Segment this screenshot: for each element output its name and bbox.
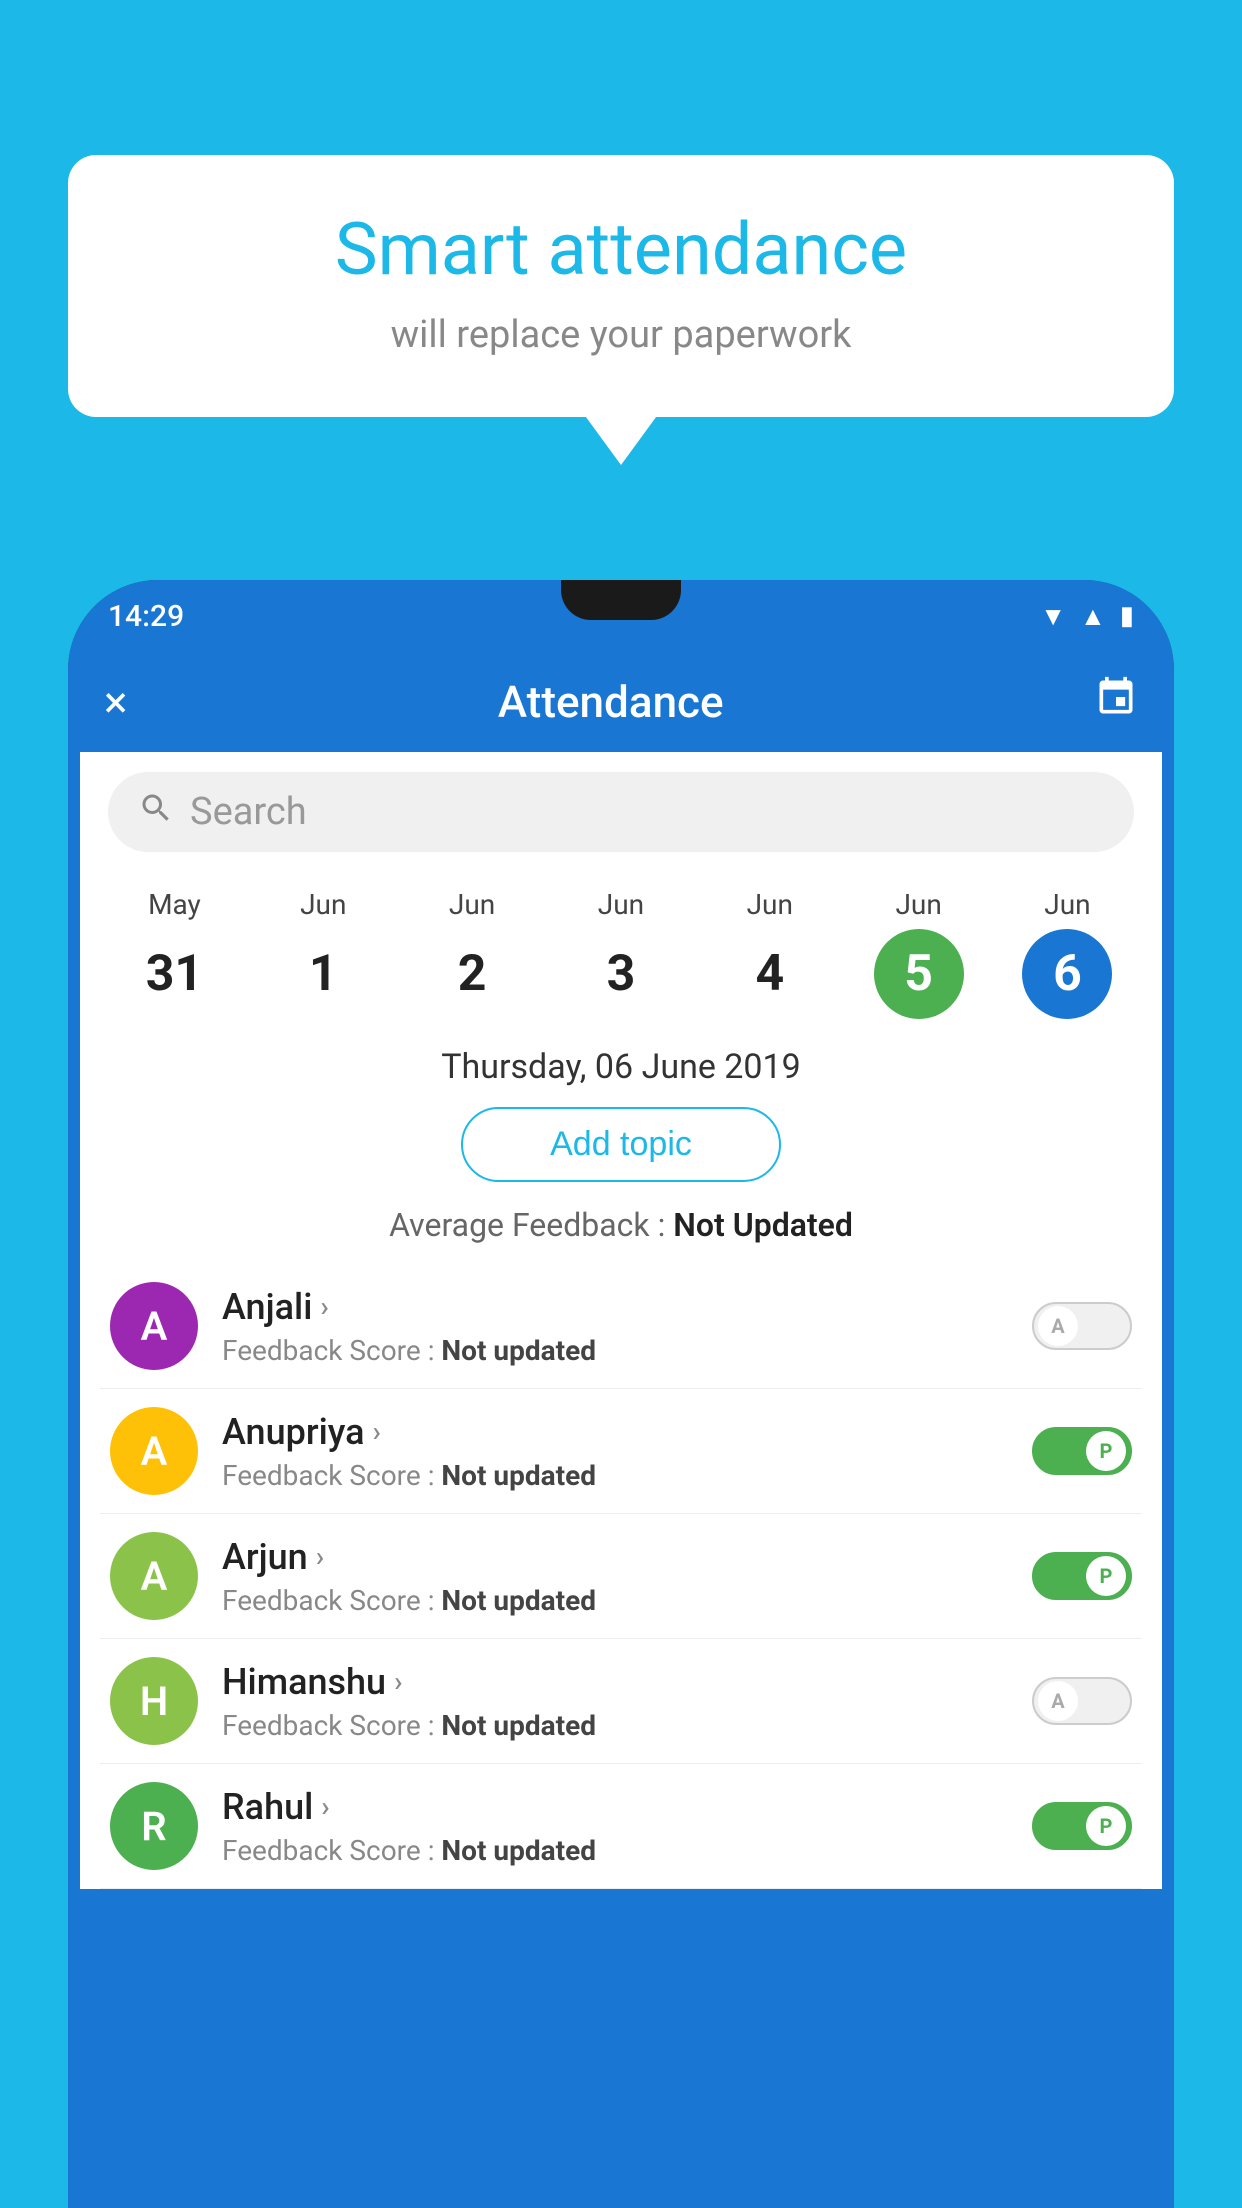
- chevron-icon: ›: [373, 1415, 381, 1448]
- student-info: Arjun › Feedback Score : Not updated: [222, 1536, 1008, 1617]
- calendar-day[interactable]: Jun 1: [263, 888, 383, 1019]
- student-avatar: H: [110, 1657, 198, 1745]
- cal-month-label: Jun: [300, 888, 346, 921]
- feedback-score: Feedback Score : Not updated: [222, 1334, 1008, 1367]
- cal-day-num[interactable]: 6: [1022, 929, 1112, 1019]
- student-name: Himanshu ›: [222, 1661, 1008, 1703]
- calendar-icon[interactable]: [1094, 675, 1138, 730]
- speech-bubble: Smart attendance will replace your paper…: [68, 155, 1174, 417]
- cal-month-label: Jun: [747, 888, 793, 921]
- bubble-title: Smart attendance: [128, 210, 1114, 289]
- student-avatar: R: [110, 1782, 198, 1870]
- toggle-switch[interactable]: A: [1032, 1677, 1132, 1725]
- student-info: Rahul › Feedback Score : Not updated: [222, 1786, 1008, 1867]
- toggle-knob: P: [1086, 1806, 1126, 1846]
- calendar-day[interactable]: Jun 5: [859, 888, 979, 1019]
- cal-month-label: May: [148, 888, 201, 921]
- add-topic-button[interactable]: Add topic: [461, 1107, 781, 1182]
- attendance-toggle[interactable]: P: [1032, 1552, 1132, 1600]
- toggle-switch[interactable]: A: [1032, 1302, 1132, 1350]
- feedback-score: Feedback Score : Not updated: [222, 1834, 1008, 1867]
- bubble-subtitle: will replace your paperwork: [128, 313, 1114, 357]
- student-info: Anjali › Feedback Score : Not updated: [222, 1286, 1008, 1367]
- battery-icon: ▮: [1120, 601, 1134, 631]
- cal-day-num[interactable]: 5: [874, 929, 964, 1019]
- attendance-toggle[interactable]: A: [1032, 1677, 1132, 1725]
- student-item[interactable]: H Himanshu › Feedback Score : Not updated A: [100, 1639, 1142, 1764]
- student-item[interactable]: R Rahul › Feedback Score : Not updated P: [100, 1764, 1142, 1889]
- student-item[interactable]: A Arjun › Feedback Score : Not updated P: [100, 1514, 1142, 1639]
- feedback-score: Feedback Score : Not updated: [222, 1709, 1008, 1742]
- student-avatar: A: [110, 1532, 198, 1620]
- calendar-day[interactable]: Jun 2: [412, 888, 532, 1019]
- student-name: Anjali ›: [222, 1286, 1008, 1328]
- signal-icon: ▲: [1080, 601, 1106, 632]
- calendar-strip: May 31 Jun 1 Jun 2 Jun 3 Jun 4 Jun 5 Jun 6: [80, 872, 1162, 1019]
- chevron-icon: ›: [394, 1665, 402, 1698]
- student-name: Anupriya ›: [222, 1411, 1008, 1453]
- screen-title: Attendance: [127, 676, 1094, 728]
- app-screen: Search May 31 Jun 1 Jun 2 Jun 3 Jun 4 Jun 5 Jun 6 Thu…: [80, 752, 1162, 1889]
- search-placeholder: Search: [190, 790, 307, 834]
- cal-month-label: Jun: [895, 888, 941, 921]
- close-button[interactable]: ×: [104, 676, 127, 728]
- cal-day-num[interactable]: 4: [725, 929, 815, 1019]
- attendance-toggle[interactable]: P: [1032, 1427, 1132, 1475]
- calendar-day[interactable]: May 31: [114, 888, 234, 1019]
- wifi-icon: ▼: [1040, 601, 1066, 632]
- toggle-knob: P: [1086, 1556, 1126, 1596]
- calendar-day[interactable]: Jun 4: [710, 888, 830, 1019]
- student-avatar: A: [110, 1282, 198, 1370]
- phone-frame: 14:29 ▼ ▲ ▮ × Attendance: [68, 580, 1174, 2208]
- toggle-switch[interactable]: P: [1032, 1427, 1132, 1475]
- feedback-score: Feedback Score : Not updated: [222, 1459, 1008, 1492]
- student-name: Arjun ›: [222, 1536, 1008, 1578]
- cal-month-label: Jun: [1044, 888, 1090, 921]
- cal-month-label: Jun: [449, 888, 495, 921]
- selected-date: Thursday, 06 June 2019: [80, 1047, 1162, 1087]
- top-bar: × Attendance: [68, 652, 1174, 752]
- toggle-switch[interactable]: P: [1032, 1552, 1132, 1600]
- student-info: Himanshu › Feedback Score : Not updated: [222, 1661, 1008, 1742]
- student-item[interactable]: A Anupriya › Feedback Score : Not updated P: [100, 1389, 1142, 1514]
- toggle-switch[interactable]: P: [1032, 1802, 1132, 1850]
- calendar-day[interactable]: Jun 3: [561, 888, 681, 1019]
- avg-feedback-value: Not Updated: [673, 1206, 853, 1244]
- chevron-icon: ›: [320, 1290, 328, 1323]
- status-icons: ▼ ▲ ▮: [1040, 601, 1134, 632]
- toggle-knob: P: [1086, 1431, 1126, 1471]
- search-icon: [138, 790, 174, 835]
- chevron-icon: ›: [321, 1790, 329, 1823]
- toggle-knob: A: [1038, 1306, 1078, 1346]
- cal-day-num[interactable]: 2: [427, 929, 517, 1019]
- attendance-toggle[interactable]: A: [1032, 1302, 1132, 1350]
- student-info: Anupriya › Feedback Score : Not updated: [222, 1411, 1008, 1492]
- feedback-score: Feedback Score : Not updated: [222, 1584, 1008, 1617]
- student-avatar: A: [110, 1407, 198, 1495]
- student-name: Rahul ›: [222, 1786, 1008, 1828]
- cal-month-label: Jun: [598, 888, 644, 921]
- cal-day-num[interactable]: 31: [129, 929, 219, 1019]
- phone-inner: 14:29 ▼ ▲ ▮ × Attendance: [68, 580, 1174, 2208]
- search-bar[interactable]: Search: [108, 772, 1134, 852]
- student-item[interactable]: A Anjali › Feedback Score : Not updated A: [100, 1264, 1142, 1389]
- avg-feedback-label: Average Feedback :: [389, 1206, 673, 1244]
- phone-notch: [561, 580, 681, 620]
- toggle-knob: A: [1038, 1681, 1078, 1721]
- cal-day-num[interactable]: 1: [278, 929, 368, 1019]
- cal-day-num[interactable]: 3: [576, 929, 666, 1019]
- status-time: 14:29: [108, 599, 184, 634]
- avg-feedback: Average Feedback : Not Updated: [80, 1206, 1162, 1244]
- student-list: AAnjali ›Feedback Score : Not updatedAAA…: [80, 1264, 1162, 1889]
- chevron-icon: ›: [316, 1540, 324, 1573]
- attendance-toggle[interactable]: P: [1032, 1802, 1132, 1850]
- calendar-day[interactable]: Jun 6: [1007, 888, 1127, 1019]
